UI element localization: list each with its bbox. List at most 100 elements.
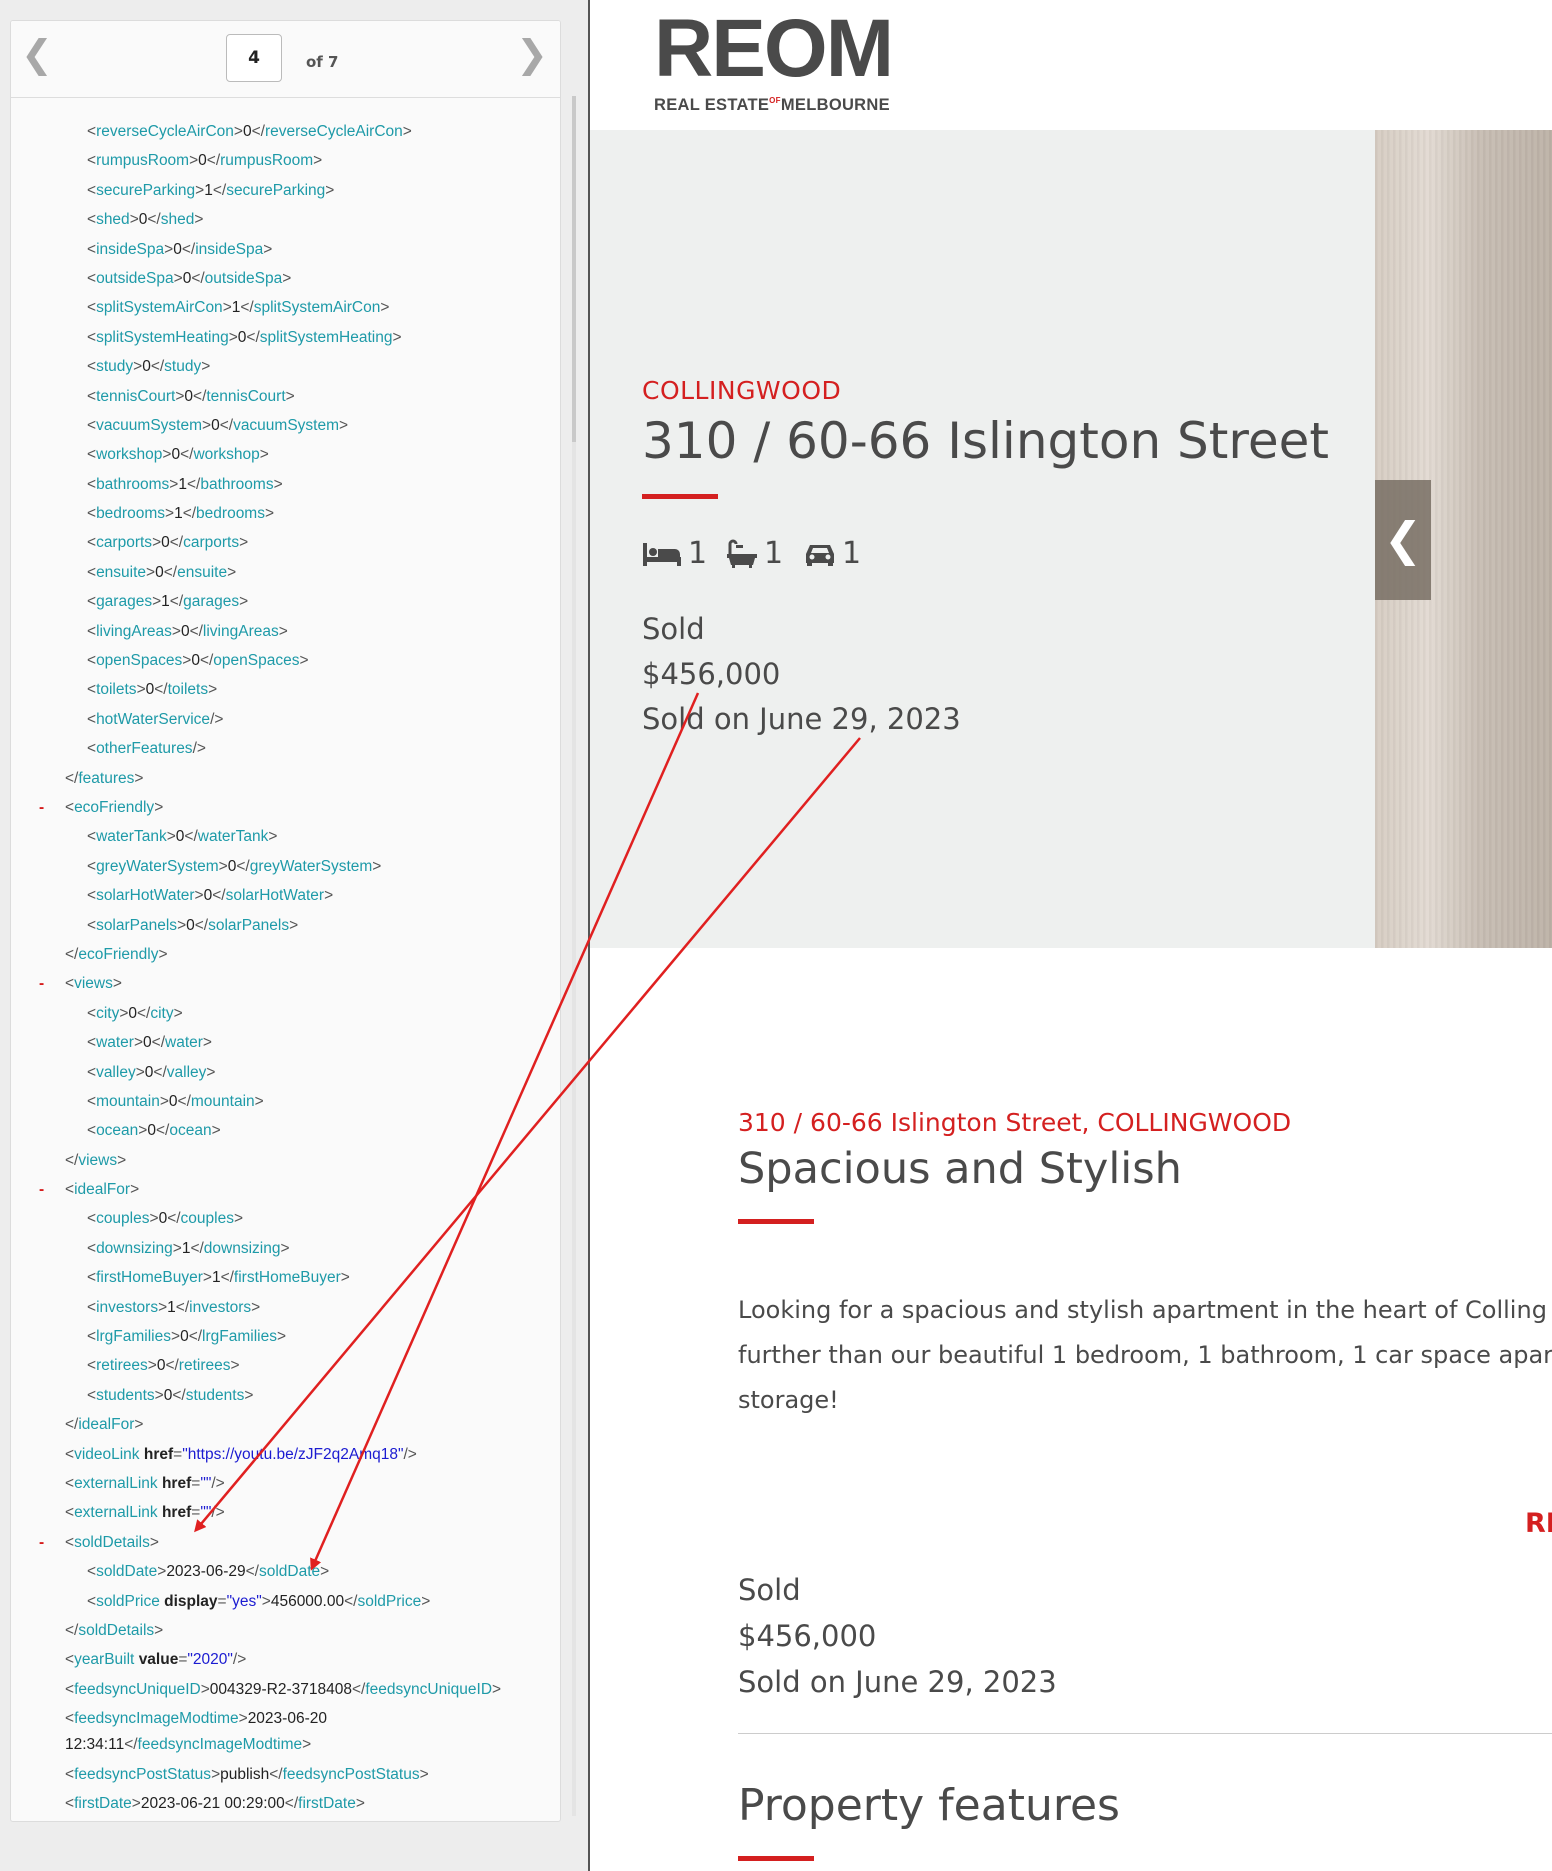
xml-token: 0 [128, 1004, 137, 1022]
xml-token: https://youtu.be/zJF2q2Amq18 [187, 1445, 398, 1463]
xml-token: outsideSpa [96, 269, 174, 287]
collapse-toggle-icon[interactable]: - [39, 969, 44, 998]
xml-token: workshop [96, 446, 163, 464]
xml-token: otherFeatures [96, 740, 193, 758]
xml-viewer-card: ❮ 4 of 7 ❯ <reverseCycleAirCon>0</revers… [10, 20, 561, 1822]
xml-token: 2020 [192, 1651, 228, 1669]
xml-token: downsizing [96, 1239, 173, 1257]
xml-line: <city>0</city> [87, 1004, 183, 1022]
xml-scrollbar-thumb[interactable] [572, 96, 576, 442]
xml-token: 0 [173, 240, 182, 258]
xml-line: <carports>0</carports> [87, 534, 249, 552]
chevron-left-icon[interactable]: ❮ [21, 35, 53, 73]
xml-token: display [164, 1592, 218, 1610]
xml-token: couples [180, 1210, 234, 1228]
bath-icon [727, 539, 757, 568]
xml-line: </soldDetails> [65, 1621, 164, 1639]
xml-line: <greyWaterSystem>0</greyWaterSystem> [87, 857, 382, 875]
xml-token: splitSystemAirCon [96, 299, 223, 317]
xml-token: water [96, 1034, 134, 1052]
xml-token: students [185, 1386, 245, 1404]
listing-description: Looking for a spacious and stylish apart… [738, 1288, 1552, 1423]
xml-token: idealFor [78, 1416, 135, 1434]
xml-viewer-pane: ❮ 4 of 7 ❯ <reverseCycleAirCon>0</revers… [0, 0, 590, 1871]
xml-line: <secureParking>1</secureParking> [87, 181, 335, 199]
xml-token: externalLink [74, 1474, 158, 1492]
xml-token: externalLink [74, 1504, 158, 1522]
page-number-input[interactable]: 4 [226, 34, 282, 82]
xml-line: <splitSystemHeating>0</splitSystemHeatin… [87, 328, 402, 346]
xml-token: downsizing [203, 1239, 281, 1257]
xml-token: solarHotWater [225, 887, 325, 905]
xml-token: feedsyncImageModtime [137, 1736, 303, 1754]
chevron-right-icon[interactable]: ❯ [516, 35, 548, 73]
xml-line[interactable]: - <ecoFriendly> [11, 793, 560, 822]
baths-count: 1 [764, 536, 784, 571]
xml-token: rumpusRoom [96, 152, 190, 170]
xml-token: mountain [190, 1092, 255, 1110]
xml-line: <rumpusRoom>0</rumpusRoom> [87, 152, 323, 170]
xml-token: workshop [193, 446, 260, 464]
collapse-toggle-icon[interactable]: - [39, 793, 44, 822]
xml-token: soldDetails [78, 1621, 155, 1639]
xml-token: soldDetails [74, 1533, 150, 1551]
hero-address: 310 / 60-66 Islington Street [642, 412, 1329, 470]
xml-token: lrgFamilies [202, 1328, 277, 1346]
xml-line: <otherFeatures/> [87, 740, 206, 758]
brand-logo[interactable]: REOM REAL ESTATEOFMELBOURNE [654, 8, 894, 115]
xml-token: waterTank [96, 828, 167, 846]
xml-token: 0 [198, 152, 207, 170]
xml-token: ecoFriendly [74, 798, 155, 816]
xml-token: retirees [96, 1357, 148, 1375]
xml-line[interactable]: - <views> [11, 969, 560, 998]
xml-line: <firstDate>2023-06-21 00:29:00</firstDat… [65, 1795, 365, 1813]
page-total-label: of 7 [306, 53, 339, 71]
beds-feature: 1 [642, 536, 707, 571]
xml-token: livingAreas [96, 622, 172, 640]
xml-token: lrgFamilies [96, 1328, 171, 1346]
beds-count: 1 [688, 536, 708, 571]
xml-token: feedsyncUniqueID [365, 1680, 493, 1698]
xml-line: <retirees>0</retirees> [87, 1357, 240, 1375]
xml-token: value [138, 1651, 179, 1669]
xml-token: href [161, 1474, 192, 1492]
xml-line: <externalLink href=""/> [65, 1474, 225, 1492]
xml-token: firstDate [298, 1795, 356, 1813]
xml-line: </residential> [11, 1819, 560, 1821]
xml-line[interactable]: - <soldDetails> [11, 1528, 560, 1557]
xml-token: 004329-R2-3718408 [209, 1680, 352, 1698]
xml-line: <yearBuilt value="2020"/> [65, 1651, 247, 1669]
xml-token: bathrooms [200, 475, 274, 493]
xml-token: splitSystemHeating [96, 328, 229, 346]
xml-line: </idealFor> [65, 1416, 144, 1434]
xml-line: <insideSpa>0</insideSpa> [87, 240, 273, 258]
collapse-toggle-icon[interactable]: - [39, 1528, 44, 1557]
xml-token: water [165, 1034, 203, 1052]
xml-line: </ecoFriendly> [65, 945, 168, 963]
xml-line: <ensuite>0</ensuite> [87, 563, 237, 581]
collapse-toggle-icon[interactable]: - [39, 1175, 44, 1204]
xml-line: <firstHomeBuyer>1</firstHomeBuyer> [87, 1269, 350, 1287]
xml-line: <students>0</students> [87, 1386, 254, 1404]
xml-token: 1 [204, 181, 213, 199]
hero-suburb: COLLINGWOOD [642, 376, 842, 405]
xml-token: href [161, 1504, 192, 1522]
xml-line: <valley>0</valley> [87, 1063, 216, 1081]
xml-token: solarPanels [96, 916, 178, 934]
gallery-prev-button[interactable]: ❮ [1375, 480, 1431, 600]
xml-token: study [96, 358, 134, 376]
xml-token: 0 [158, 1210, 168, 1228]
xml-token: 1 [161, 593, 170, 611]
xml-token: 0 [203, 887, 213, 905]
xml-token: splitSystemAirCon [253, 299, 381, 317]
xml-token: 0 [211, 416, 220, 434]
xml-line: <solarHotWater>0</solarHotWater> [87, 887, 334, 905]
xml-token: investors [189, 1298, 252, 1316]
xml-token: features [78, 769, 135, 787]
xml-token: openSpaces [96, 652, 183, 670]
xml-token: greyWaterSystem [96, 857, 219, 875]
xml-line: <feedsyncPostStatus>publish</feedsyncPos… [65, 1766, 429, 1784]
xml-line[interactable]: - <idealFor> [11, 1175, 560, 1204]
xml-token: views [78, 1151, 118, 1169]
xml-token: firstHomeBuyer [96, 1269, 203, 1287]
